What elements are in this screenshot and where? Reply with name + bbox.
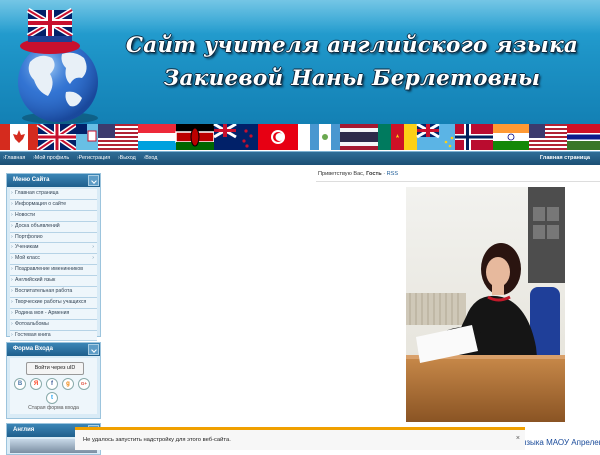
usa-flag-icon-2 — [529, 124, 567, 150]
notification-message: Не удалось запустить надстройку для этог… — [83, 437, 231, 443]
old-login-form-link[interactable]: Старая форма входа — [10, 405, 97, 411]
uk-flag-icon — [36, 124, 78, 150]
submenu-arrow-icon: › — [92, 255, 94, 262]
menu-item-home[interactable]: Главная страница — [10, 189, 97, 200]
usa-flag-icon — [98, 124, 138, 150]
login-form-header: Форма Входа — [7, 343, 100, 356]
greeting-separator: · — [383, 171, 386, 177]
login-form-block: Форма Входа Войти через uID В Я f g G+ t… — [6, 342, 101, 419]
new-zealand-flag-icon — [213, 124, 258, 150]
menu-item-creative-works[interactable]: Творческие работы учащихся — [10, 297, 97, 309]
menu-item-about[interactable]: Информация о сайте — [10, 199, 97, 211]
menu-item-education[interactable]: Воспитательная работа — [10, 287, 97, 298]
nav-link-register[interactable]: Регистрация — [77, 155, 110, 161]
india-flag-icon — [493, 124, 529, 150]
browser-notification-bar: Не удалось запустить надстройку для этог… — [75, 427, 525, 450]
site-header: Сайт учителя английского языка Закиевой … — [0, 0, 600, 124]
divider — [316, 181, 600, 182]
yandex-icon[interactable]: Я — [30, 378, 42, 390]
luxembourg-flag-icon — [138, 124, 176, 150]
greeting-prefix: Приветствую Вас, — [318, 171, 365, 177]
site-menu-header: Меню Сайта — [7, 174, 100, 187]
submenu-arrow-icon: › — [92, 244, 94, 251]
greeting-line: Приветствую Вас, Гость · RSS — [318, 171, 398, 177]
nav-links: Главная Мой профиль Регистрация Выход Вх… — [3, 152, 163, 165]
site-menu-title: Меню Сайта — [13, 177, 50, 183]
site-title-line-1: Сайт учителя английского языка — [125, 33, 579, 58]
england-block-title: Англия — [13, 427, 35, 433]
kenya-flag-icon — [175, 124, 215, 150]
nav-link-home[interactable]: Главная — [3, 155, 25, 161]
teacher-photo — [406, 187, 565, 422]
google-plus-icon[interactable]: G+ — [78, 378, 90, 390]
cameroon-flag-icon — [378, 124, 417, 150]
site-title-line-2: Закиевой Наны Берлетовны — [163, 66, 541, 91]
login-form-title: Форма Входа — [13, 346, 53, 352]
flags-strip — [0, 124, 600, 150]
menu-item-students[interactable]: Ученикам› — [10, 243, 97, 255]
top-nav-bar: Главная Мой профиль Регистрация Выход Вх… — [0, 151, 600, 165]
login-form-body: Войти через uID В Я f g G+ t Старая форм… — [10, 358, 97, 414]
tunisia-flag-icon — [258, 124, 298, 150]
close-icon[interactable]: × — [516, 435, 520, 442]
site-menu-list: Главная страница Информация о сайте Ново… — [10, 189, 97, 342]
vk-icon[interactable]: В — [14, 378, 26, 390]
globe-with-hat-logo — [18, 7, 98, 124]
gambia-flag-icon — [567, 124, 600, 150]
nav-current-page: Главная страница — [539, 155, 590, 161]
nav-link-profile[interactable]: Мой профиль — [33, 155, 69, 161]
photo-caption-link[interactable]: языка МАОУ Апрелевс — [522, 438, 600, 447]
menu-item-board[interactable]: Доска объявлений — [10, 221, 97, 233]
nav-link-login[interactable]: Вход — [143, 155, 157, 161]
fiji-flag-icon — [76, 124, 98, 150]
menu-item-news[interactable]: Новости — [10, 210, 97, 222]
menu-item-portfolio[interactable]: Портфолио — [10, 232, 97, 244]
norway-flag-icon — [455, 124, 493, 150]
menu-item-english[interactable]: Английский язык — [10, 276, 97, 288]
facebook-icon[interactable]: f — [46, 378, 58, 390]
collapse-toggle-icon[interactable] — [88, 344, 99, 355]
twitter-icon[interactable]: t — [46, 392, 58, 404]
menu-item-armenia[interactable]: Родина моя - Армения — [10, 308, 97, 320]
menu-item-my-class[interactable]: Мой класс› — [10, 254, 97, 266]
menu-item-guestbook[interactable]: Гостевая книга — [10, 330, 97, 342]
guatemala-flag-icon — [298, 124, 340, 150]
odnoklassniki-icon[interactable]: g — [62, 378, 74, 390]
rss-link[interactable]: RSS — [387, 171, 399, 177]
menu-item-birthdays[interactable]: Поздравление именинников — [10, 265, 97, 277]
thailand-flag-icon — [340, 124, 378, 150]
collapse-toggle-icon[interactable] — [88, 175, 99, 186]
canada-flag-icon — [0, 124, 38, 150]
greeting-user: Гость — [366, 171, 382, 177]
nav-link-logout[interactable]: Выход — [118, 155, 136, 161]
menu-item-photo-albums[interactable]: Фотоальбомы — [10, 319, 97, 331]
site-menu-block: Меню Сайта Главная страница Информация о… — [6, 173, 101, 342]
login-uid-button[interactable]: Войти через uID — [26, 362, 84, 375]
